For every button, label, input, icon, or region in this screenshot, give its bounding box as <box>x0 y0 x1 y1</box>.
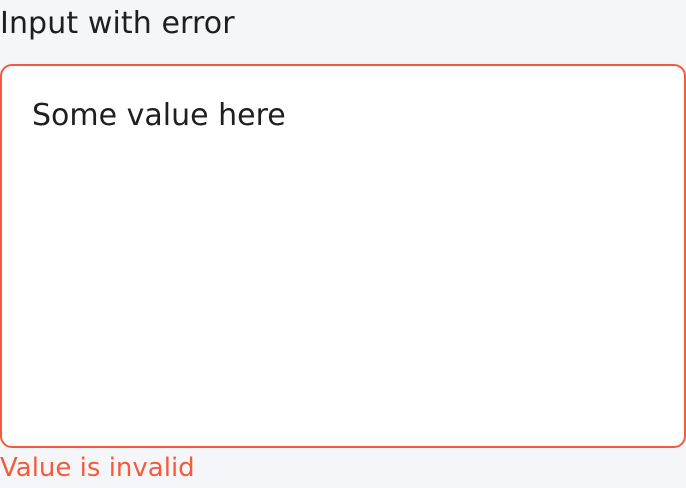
text-input[interactable]: Some value here <box>2 66 684 446</box>
error-textarea-container: Some value here <box>0 64 686 448</box>
field-label: Input with error <box>0 6 235 41</box>
error-message: Value is invalid <box>0 453 195 483</box>
form-field: Input with error Some value here Value i… <box>0 0 686 488</box>
